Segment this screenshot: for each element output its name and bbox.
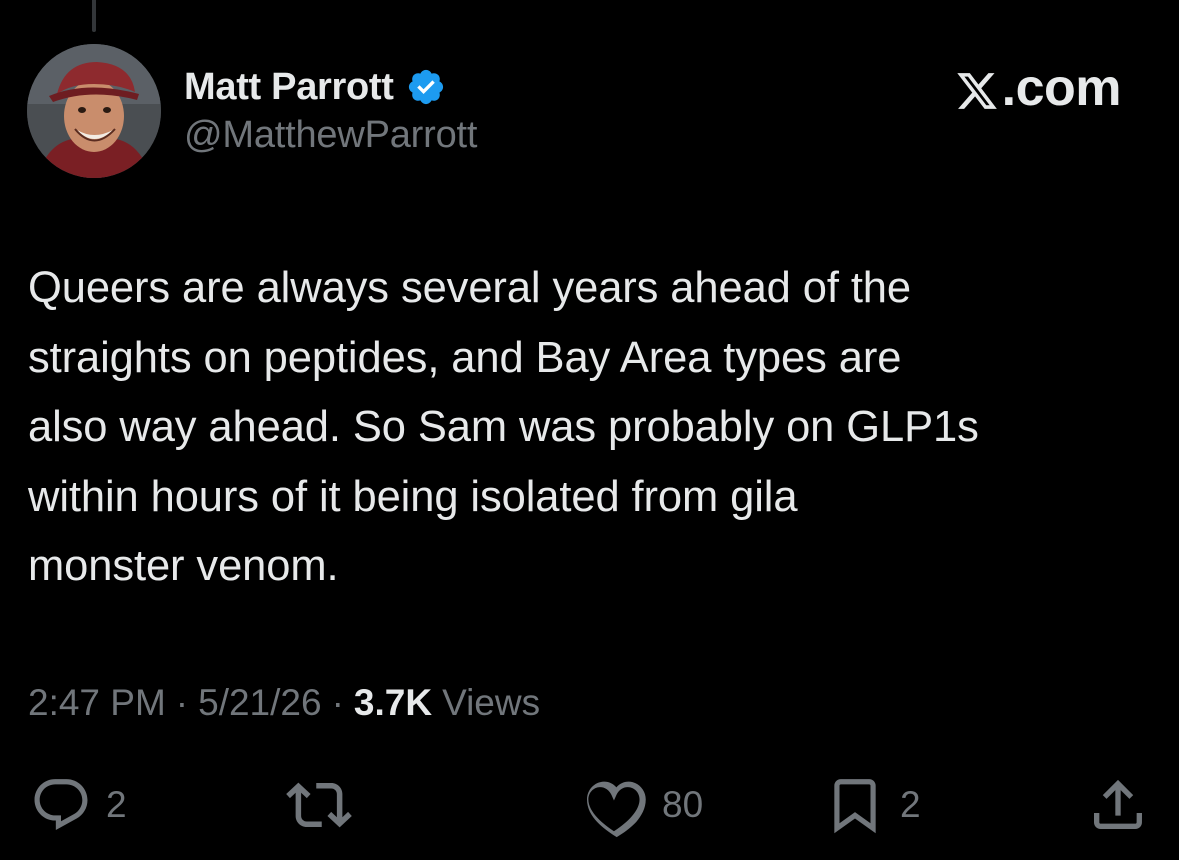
avatar[interactable] xyxy=(27,44,161,178)
reply-button[interactable]: 2 xyxy=(30,770,127,840)
tweet-meta: 2:47 PM · 5/21/26 · 3.7K Views xyxy=(28,678,540,728)
author-display-name[interactable]: Matt Parrott xyxy=(184,66,394,109)
tweet-text-line: straights on peptides, and Bay Area type… xyxy=(28,333,902,382)
x-logo-icon xyxy=(955,66,999,110)
heart-icon xyxy=(582,772,648,838)
author-name-row: Matt Parrott xyxy=(184,62,446,112)
like-button[interactable]: 80 xyxy=(582,770,703,840)
share-icon xyxy=(1086,773,1150,837)
meta-separator: · xyxy=(175,682,189,723)
meta-separator: · xyxy=(331,682,344,723)
tweet-text-line: Queers are always several years ahead of… xyxy=(28,264,911,312)
bookmark-button[interactable]: 2 xyxy=(824,770,921,840)
reply-icon xyxy=(30,774,92,836)
views-label[interactable]: Views xyxy=(442,682,540,724)
repost-button[interactable] xyxy=(286,770,366,840)
bookmark-icon xyxy=(824,774,886,836)
reply-count: 2 xyxy=(106,784,127,825)
views-count[interactable]: 3.7K xyxy=(354,682,432,724)
like-count: 80 xyxy=(662,784,704,825)
tweet-date[interactable]: 5/21/26 xyxy=(198,682,321,724)
author-handle[interactable]: @MatthewParrott xyxy=(184,114,477,157)
tweet-time[interactable]: 2:47 PM xyxy=(28,682,166,724)
bookmark-count: 2 xyxy=(900,784,921,825)
thread-connector-line xyxy=(92,0,96,32)
tweet-text-line: also way ahead. So Sam was probably on G… xyxy=(28,403,979,451)
tweet-text-line: within hours of it being isolated from g… xyxy=(28,472,798,521)
tweet-text: Queers are always several years ahead of… xyxy=(28,254,1138,602)
site-logo-text: .com xyxy=(1001,59,1122,117)
share-button[interactable] xyxy=(1086,770,1150,840)
action-bar: 2 80 2 xyxy=(0,770,1179,840)
avatar-image xyxy=(27,44,161,178)
site-logo: .com xyxy=(955,58,1122,118)
repost-icon xyxy=(286,772,352,838)
verified-badge-icon[interactable] xyxy=(406,67,446,107)
tweet-text-line: monster venom. xyxy=(28,542,339,590)
